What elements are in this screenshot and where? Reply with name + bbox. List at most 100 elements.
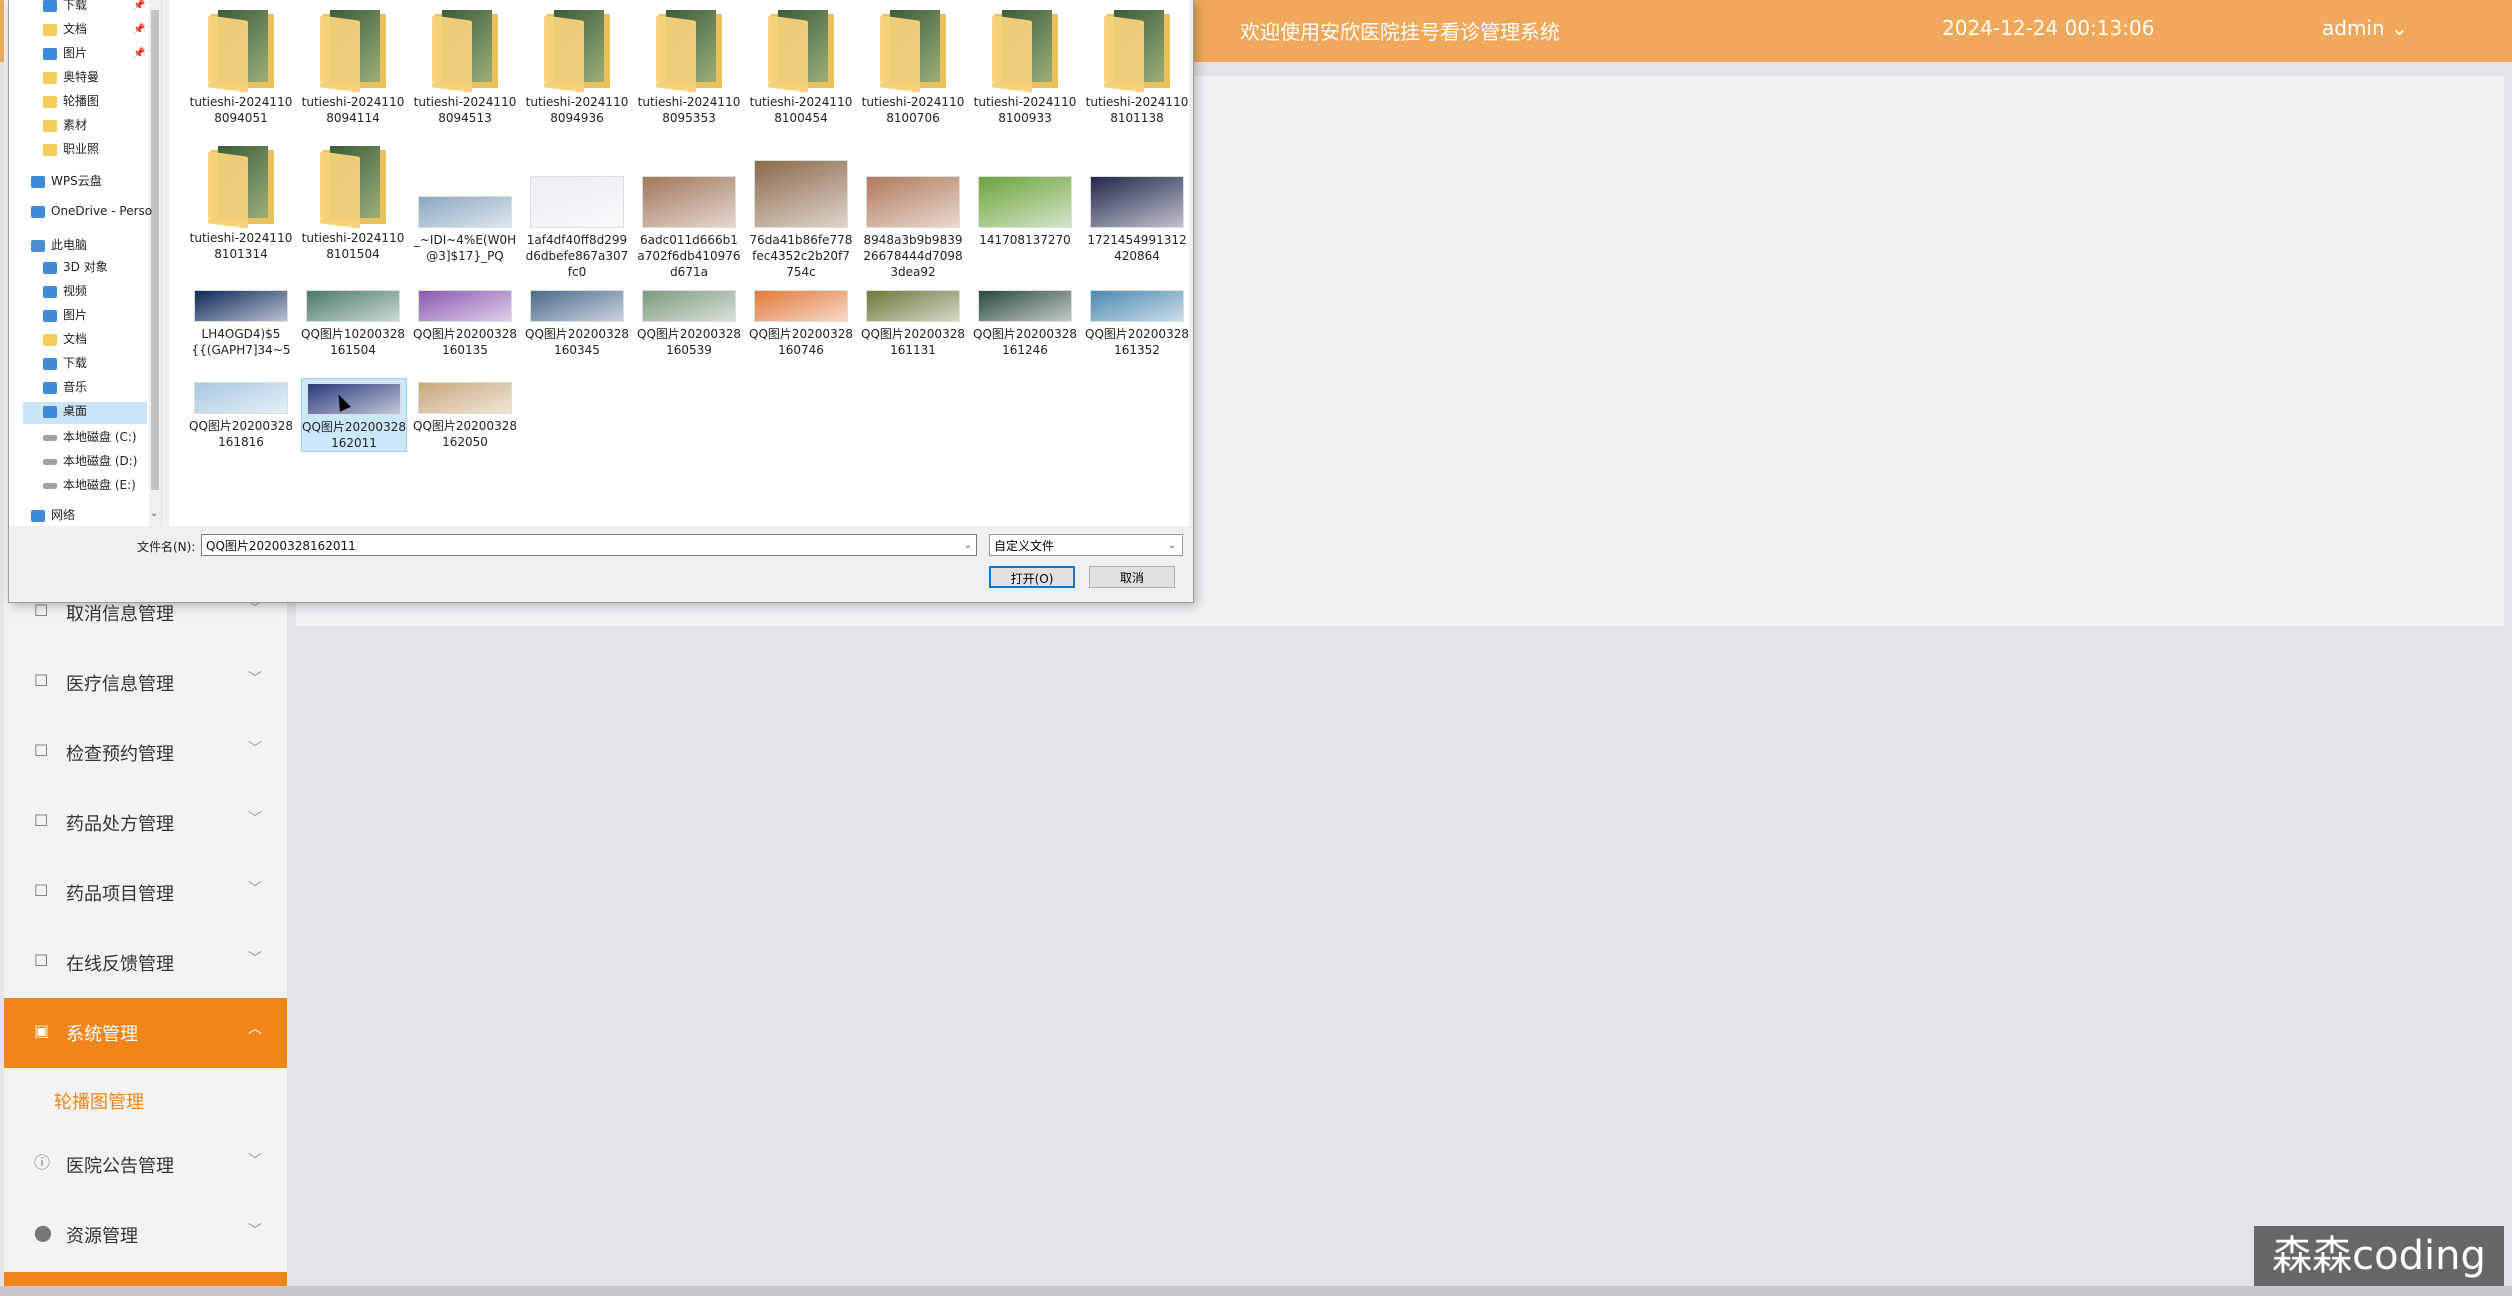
image-file-item[interactable]: QQ图片20200328162050 [413,378,517,450]
file-name[interactable]: tutieshi-20241108100706 [861,94,965,126]
user-menu[interactable]: admin ⌄ [2322,16,2408,40]
sidebar-item[interactable]: ⬤ 资源管理 ﹀ [4,1200,287,1270]
sidebar-item[interactable]: ☐ 药品处方管理 ﹀ [4,788,287,858]
nav-item-label[interactable]: 奥特曼 [63,70,99,84]
nav-item-label[interactable]: 本地磁盘 (D:) [63,454,137,468]
sidebar-item-label[interactable]: 在线反馈管理 [66,950,174,976]
folder-item[interactable]: tutieshi-20241108100706 [861,8,965,126]
file-name[interactable]: _~IDI~4%E(W0H@3]$17}_PQ [413,232,517,264]
image-file-item[interactable]: QQ图片20200328162011 [301,378,407,452]
nav-item[interactable]: 网络 [31,506,75,528]
file-name[interactable]: 6adc011d666b1a702f6db410976d671a [637,232,741,280]
nav-item-label[interactable]: 桌面 [63,404,87,418]
sidebar-item-label[interactable]: 检查预约管理 [66,740,174,766]
file-name[interactable]: tutieshi-20241108101314 [189,230,293,262]
nav-item-label[interactable]: 本地磁盘 (E:) [63,478,136,492]
file-name[interactable]: QQ图片20200328162011 [302,419,406,451]
scroll-down-icon[interactable]: ⌄ [150,508,158,519]
folder-item[interactable]: tutieshi-20241108100933 [973,8,1077,126]
image-file-item[interactable]: QQ图片20200328160135 [413,286,517,358]
nav-item[interactable]: 文档 [43,20,87,42]
file-name[interactable]: LH4OGD4)$5{{(GAPH7]34~5 [189,326,293,358]
nav-item[interactable]: OneDrive - Perso [31,204,152,226]
sidebar-item[interactable]: ▣ 系统管理 ︿ [4,998,287,1068]
nav-item-label[interactable]: 音乐 [63,380,87,394]
image-file-item[interactable]: QQ图片20200328160746 [749,286,853,358]
nav-item[interactable]: 桌面 [23,402,147,424]
sidebar-item[interactable]: ☐ 医疗信息管理 ﹀ [4,648,287,718]
file-name[interactable]: tutieshi-20241108100933 [973,94,1077,126]
nav-item-label[interactable]: WPS云盘 [51,174,102,188]
submenu-item-carousel[interactable]: 轮播图管理 [4,1070,287,1130]
file-name[interactable]: QQ图片20200328161816 [189,418,293,450]
nav-item-label[interactable]: 图片 [63,46,87,60]
file-name[interactable]: tutieshi-20241108094051 [189,94,293,126]
folder-item[interactable]: tutieshi-20241108100454 [749,8,853,126]
nav-item-label[interactable]: 网络 [51,508,75,522]
image-file-item[interactable]: QQ图片20200328161816 [189,378,293,450]
nav-item[interactable]: 视频 [43,282,87,304]
file-name[interactable]: tutieshi-20241108100454 [749,94,853,126]
nav-item[interactable]: 下载 [43,354,87,376]
nav-item-label[interactable]: 文档 [63,22,87,36]
nav-item-label[interactable]: 此电脑 [51,238,87,252]
image-file-item[interactable]: QQ图片10200328161504 [301,286,405,358]
filetype-select[interactable]: 自定义文件 ⌄ [989,534,1183,556]
chevron-down-icon[interactable]: ⌄ [1168,535,1176,557]
chevron-down-icon[interactable]: ⌄ [2391,16,2408,40]
sidebar-item[interactable]: ☐ 在线反馈管理 ﹀ [4,928,287,998]
folder-item[interactable]: tutieshi-20241108094051 [189,8,293,126]
nav-item-label[interactable]: 轮播图 [63,94,99,108]
cancel-button[interactable]: 取消 [1089,566,1175,588]
nav-item[interactable]: 图片 [43,306,87,328]
sidebar-item-label[interactable]: 系统管理 [66,1020,138,1046]
file-name[interactable]: tutieshi-20241108094936 [525,94,629,126]
file-name[interactable]: QQ图片20200328160345 [525,326,629,358]
nav-scrollbar-thumb[interactable] [151,10,159,490]
nav-item[interactable]: 文档 [43,330,87,352]
folder-item[interactable]: tutieshi-20241108101504 [301,144,405,262]
nav-item-label[interactable]: 图片 [63,308,87,322]
user-name[interactable]: admin [2322,16,2385,40]
image-file-item[interactable]: LH4OGD4)$5{{(GAPH7]34~5 [189,286,293,358]
nav-item-label[interactable]: 视频 [63,284,87,298]
image-file-item[interactable]: QQ图片20200328161352 [1085,286,1189,358]
filename-input[interactable]: QQ图片20200328162011 ⌄ [201,534,977,556]
image-file-item[interactable]: QQ图片20200328160345 [525,286,629,358]
nav-item[interactable]: 3D 对象 [43,258,108,280]
file-name[interactable]: tutieshi-20241108094513 [413,94,517,126]
nav-item-label[interactable]: 文档 [63,332,87,346]
nav-item[interactable]: 下载 [43,0,87,18]
image-file-item[interactable]: 6adc011d666b1a702f6db410976d671a [637,144,741,280]
sidebar-item-label[interactable]: 取消信息管理 [66,600,174,626]
chevron-down-icon[interactable]: ⌄ [964,535,972,557]
nav-item[interactable]: 素材 [43,116,87,138]
file-name[interactable]: QQ图片20200328160746 [749,326,853,358]
nav-item[interactable]: 图片 [43,44,87,66]
file-name[interactable]: tutieshi-20241108095353 [637,94,741,126]
nav-item[interactable]: 职业照 [43,140,99,162]
sidebar-item-label[interactable]: 资源管理 [66,1222,138,1248]
nav-item-label[interactable]: 3D 对象 [63,260,108,274]
file-name[interactable]: tutieshi-20241108094114 [301,94,405,126]
nav-item[interactable]: 本地磁盘 (D:) [43,452,137,474]
filetype-value[interactable]: 自定义文件 [994,539,1054,553]
file-name[interactable]: 1721454991312420864 [1085,232,1189,264]
folder-item[interactable]: tutieshi-20241108101138 [1085,8,1189,126]
folder-item[interactable]: tutieshi-20241108095353 [637,8,741,126]
file-name[interactable]: 76da41b86fe778fec4352c2b20f7754c [749,232,853,280]
folder-item[interactable]: tutieshi-20241108094936 [525,8,629,126]
image-file-item[interactable]: 141708137270 [973,144,1077,248]
submenu-label[interactable]: 轮播图管理 [54,1088,144,1114]
nav-item[interactable]: 音乐 [43,378,87,400]
image-file-item[interactable]: QQ图片20200328161246 [973,286,1077,358]
image-file-item[interactable]: 8948a3b9b983926678444d70983dea92 [861,144,965,280]
nav-item[interactable]: WPS云盘 [31,172,102,194]
image-file-item[interactable]: QQ图片20200328160539 [637,286,741,358]
nav-item-label[interactable]: 下载 [63,356,87,370]
filename-value[interactable]: QQ图片20200328162011 [206,539,356,553]
file-name[interactable]: QQ图片10200328161504 [301,326,405,358]
file-name[interactable]: QQ图片20200328161246 [973,326,1077,358]
file-name[interactable]: tutieshi-20241108101504 [301,230,405,262]
sidebar-item-label[interactable]: 医疗信息管理 [66,670,174,696]
